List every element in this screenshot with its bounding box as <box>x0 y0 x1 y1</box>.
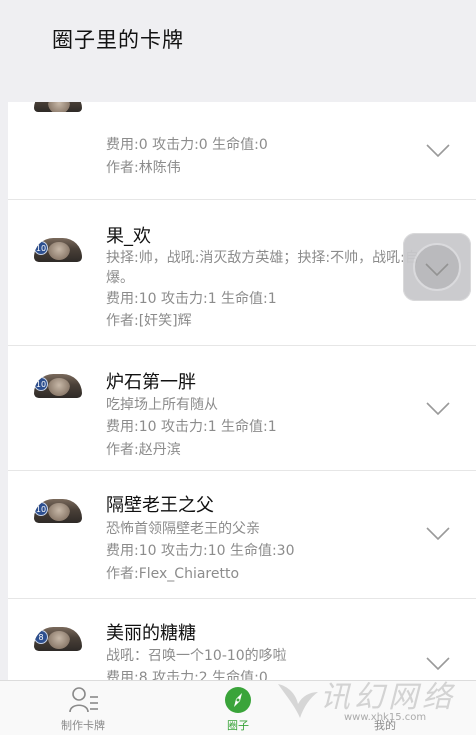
chevron-down-icon <box>425 263 449 277</box>
tab-make-card[interactable]: 制作卡牌 <box>28 681 138 735</box>
header: 圈子里的卡牌 <box>0 0 476 100</box>
card-thumbnail: 10 <box>34 238 82 262</box>
card-stats: 费用:10 攻击力:10 生命值:30 <box>106 543 295 559</box>
tab-circle[interactable]: 圈子 <box>183 681 293 735</box>
tab-bar: 制作卡牌 圈子 我的 <box>0 680 476 735</box>
page-title: 圈子里的卡牌 <box>52 28 184 52</box>
card-list[interactable]: 费用:0 攻击力:0 生命值:0 作者:林陈伟 10 果_欢 抉择:帅，战吼:消… <box>8 102 476 680</box>
tab-label: 我的 <box>374 719 396 732</box>
card-stats: 费用:10 攻击力:1 生命值:1 <box>106 419 277 435</box>
cost-gem: 8 <box>34 630 48 644</box>
card-name: 果_欢 <box>106 226 151 247</box>
tab-label: 制作卡牌 <box>61 719 105 732</box>
card-thumbnail <box>34 102 82 112</box>
assistive-touch-button[interactable] <box>403 233 471 301</box>
tab-label: 圈子 <box>227 719 249 732</box>
card-author: 作者:林陈伟 <box>106 160 181 176</box>
card-thumbnail: 10 <box>34 374 82 398</box>
tab-mine[interactable]: 我的 <box>330 681 440 735</box>
card-author: 作者:Flex_Chiaretto <box>106 566 240 582</box>
card-name: 隔壁老王之父 <box>106 495 214 516</box>
card-item[interactable]: 10 炉石第一胖 吃掉场上所有随从 费用:10 攻击力:1 生命值:1 作者:赵… <box>8 346 476 471</box>
card-description: 战吼：召唤一个10-10的哆啦 <box>106 648 287 664</box>
card-author: 作者:赵丹滨 <box>106 442 181 458</box>
chevron-down-icon[interactable] <box>426 144 450 158</box>
card-stats: 费用:10 攻击力:1 生命值:1 <box>106 291 277 307</box>
card-item[interactable]: 8 美丽的糖糖 战吼：召唤一个10-10的哆啦 费用:8 攻击力:2 生命值:0 <box>8 599 476 680</box>
cost-gem: 10 <box>34 241 48 255</box>
compass-icon <box>225 687 251 713</box>
card-item[interactable]: 费用:0 攻击力:0 生命值:0 作者:林陈伟 <box>8 102 476 200</box>
chevron-down-icon[interactable] <box>426 402 450 416</box>
card-description: 吃掉场上所有随从 <box>106 397 218 413</box>
card-thumbnail: 8 <box>34 627 82 651</box>
card-name: 美丽的糖糖 <box>106 623 196 644</box>
card-stats: 费用:0 攻击力:0 生命值:0 <box>106 137 268 153</box>
card-description: 恐怖首领隔壁老王的父亲 <box>106 521 260 537</box>
chevron-down-icon[interactable] <box>426 657 450 671</box>
card-item[interactable]: 10 隔壁老王之父 恐怖首领隔壁老王的父亲 费用:10 攻击力:10 生命值:3… <box>8 471 476 599</box>
card-stats: 费用:8 攻击力:2 生命值:0 <box>106 670 268 680</box>
card-description: 抉择:帅，战吼:消灭敌方英雄；抉择:不帅，战吼:自爆。 <box>106 250 419 286</box>
card-author: 作者:[奸笑]辉 <box>106 313 192 329</box>
chevron-down-icon[interactable] <box>426 527 450 541</box>
card-name: 炉石第一胖 <box>106 372 196 393</box>
cost-gem: 10 <box>34 502 48 516</box>
card-thumbnail: 10 <box>34 499 82 523</box>
user-list-icon <box>69 687 98 713</box>
cost-gem: 10 <box>34 377 48 391</box>
